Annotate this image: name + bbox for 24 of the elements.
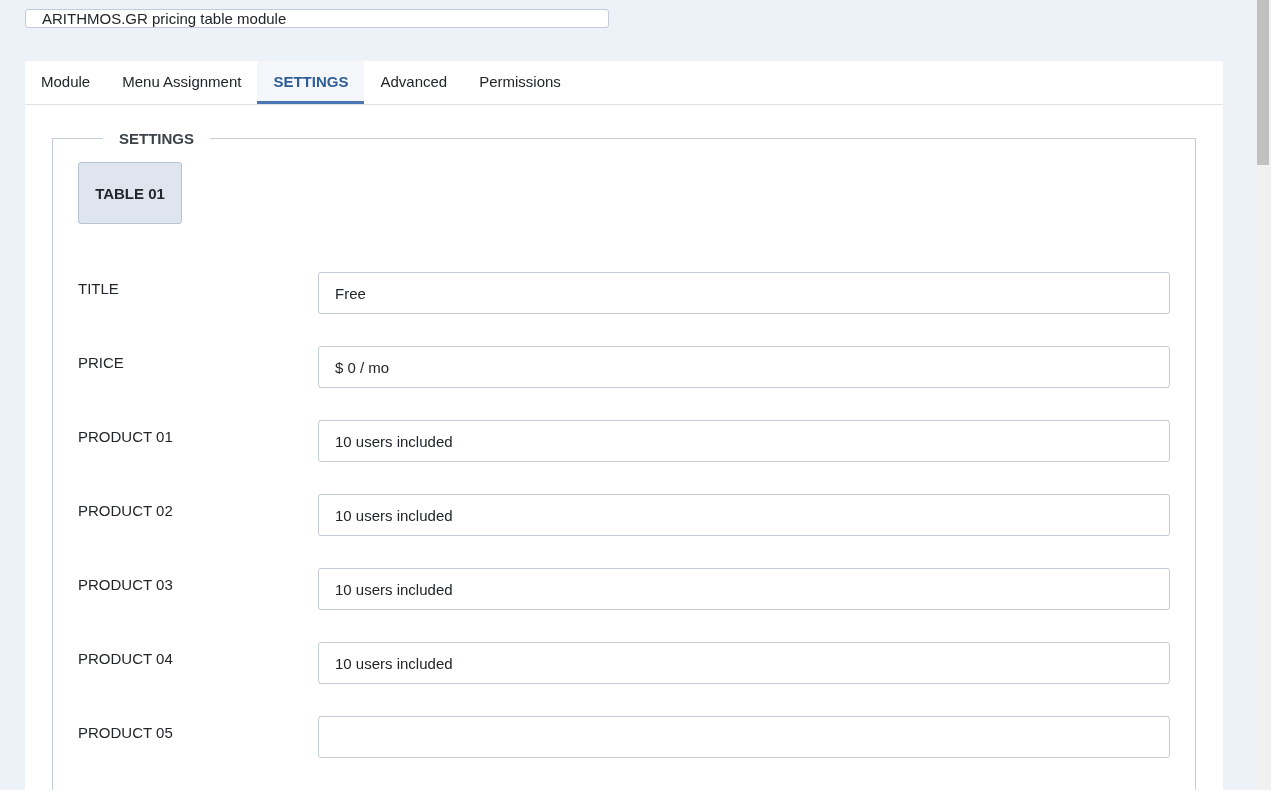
scrollbar-thumb[interactable]: [1257, 0, 1269, 165]
tab[interactable]: Advanced: [364, 61, 464, 104]
field-label: PRODUCT 03: [78, 575, 174, 593]
scrollbar[interactable]: [1255, 0, 1271, 790]
field-label: PRODUCT 02: [78, 501, 174, 519]
input-field[interactable]: 10 users included: [318, 494, 1170, 536]
field-label: TITLE: [78, 279, 120, 297]
input-field[interactable]: $ 0 / mo: [318, 346, 1170, 388]
tab[interactable]: SETTINGS: [257, 61, 365, 104]
input-field[interactable]: 10 users included: [318, 642, 1170, 684]
tab[interactable]: Module: [25, 61, 107, 104]
tab[interactable]: Permissions: [463, 61, 577, 104]
fieldset-legend: SETTINGS: [103, 130, 210, 147]
input-field[interactable]: 10 users included: [318, 568, 1170, 610]
field-label: PRODUCT 01: [78, 427, 174, 445]
input-field[interactable]: Free: [318, 272, 1170, 314]
tab[interactable]: Menu Assignment: [106, 61, 258, 104]
field-label: PRICE: [78, 353, 125, 371]
input-field[interactable]: 10 users included: [318, 420, 1170, 462]
field-label: PRODUCT 04: [78, 649, 174, 667]
table-button[interactable]: TABLE 01: [78, 162, 182, 224]
module-title-field[interactable]: ARITHMOS.GR pricing table module: [25, 9, 609, 28]
input-field[interactable]: [318, 716, 1170, 758]
field-label: PRODUCT 05: [78, 723, 174, 741]
